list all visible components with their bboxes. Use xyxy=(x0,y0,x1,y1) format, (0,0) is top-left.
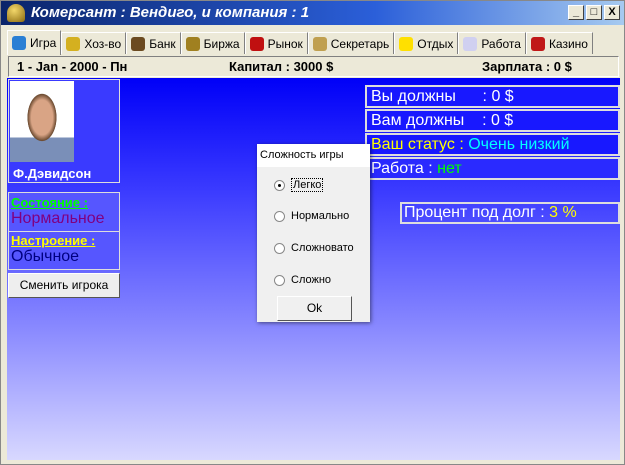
player-card: Ф.Дэвидсон xyxy=(8,79,120,183)
calendar-clock-icon xyxy=(463,36,478,51)
briefcase-icon xyxy=(185,36,200,51)
fruit-icon xyxy=(249,36,264,51)
radio-icon[interactable] xyxy=(274,179,285,191)
inbox-icon xyxy=(312,36,327,51)
bank-icon xyxy=(131,36,146,51)
debt-rate-box: Процент под долг : 3 % xyxy=(400,202,620,224)
radio-label: Сложновато xyxy=(291,242,354,254)
player-condition-box: Состояние : Нормальное Настроение : Обыч… xyxy=(8,192,120,270)
job-label: Работа : xyxy=(371,160,438,177)
capital-value: Капитал : 3000 $ xyxy=(229,59,334,74)
tab-label: Казино xyxy=(548,36,588,51)
state-value: Нормальное xyxy=(11,210,105,227)
radio-easy[interactable]: Легко xyxy=(274,178,324,192)
owed-label: Вам должны xyxy=(371,112,465,129)
you-owe-row: Вы должны : 0 $ xyxy=(365,85,620,108)
difficulty-dialog: Сложность игры Легко Нормально Сложноват… xyxy=(257,144,370,322)
minimize-button[interactable]: _ xyxy=(568,5,584,20)
tab-0[interactable]: Игра xyxy=(7,30,62,55)
radio-icon[interactable] xyxy=(274,242,285,254)
globe-icon xyxy=(12,36,26,50)
dialog-title: Сложность игры xyxy=(257,144,370,167)
tab-bar: Игра Хоз-во Банк Биржа Рынок Секретарь Отдых Ра… xyxy=(7,30,593,55)
status-value: Очень низкий xyxy=(468,136,570,153)
mood-value: Обычное xyxy=(11,248,80,265)
status-row: Ваш статус : Очень низкий xyxy=(365,133,620,156)
current-date: 1 - Jan - 2000 - Пн xyxy=(17,59,128,74)
title-bar: Комерсант : Вендиго, и компания : 1 _ □ … xyxy=(1,1,624,25)
owed-value: : 0 $ xyxy=(464,112,514,129)
status-bar: 1 - Jan - 2000 - Пн Капитал : 3000 $ Зар… xyxy=(8,56,619,77)
state-label: Состояние : xyxy=(11,195,88,210)
tab-7[interactable]: Работа xyxy=(458,32,526,54)
tab-label: Секретарь xyxy=(330,36,390,51)
status-label: Ваш статус : xyxy=(371,136,469,153)
tab-4[interactable]: Рынок xyxy=(244,32,308,54)
you-owe-value: : 0 $ xyxy=(455,88,514,105)
rate-value: 3 % xyxy=(549,204,577,221)
close-button[interactable]: X xyxy=(604,5,620,20)
rate-label: Процент под долг : xyxy=(404,204,550,221)
tab-label: Рынок xyxy=(267,36,303,51)
job-value: нет xyxy=(437,160,462,177)
job-row: Работа : нет xyxy=(365,157,620,180)
radio-icon[interactable] xyxy=(274,210,285,222)
window-title: Комерсант : Вендиго, и компания : 1 xyxy=(31,4,310,21)
tab-label: Работа xyxy=(481,36,521,51)
tab-label: Биржа xyxy=(203,36,240,51)
tab-6[interactable]: Отдых xyxy=(394,32,459,54)
radio-normal[interactable]: Нормально xyxy=(274,210,349,222)
radio-icon[interactable] xyxy=(274,274,285,286)
tab-label: Игра xyxy=(30,36,57,50)
player-name: Ф.Дэвидсон xyxy=(13,166,92,181)
owed-to-you-row: Вам должны : 0 $ xyxy=(365,109,620,132)
roulette-icon xyxy=(530,36,545,51)
maximize-button[interactable]: □ xyxy=(586,5,602,20)
tab-label: Отдых xyxy=(417,36,454,51)
radio-harder[interactable]: Сложновато xyxy=(274,242,354,254)
tab-8[interactable]: Казино xyxy=(525,32,593,54)
ok-button[interactable]: Ok xyxy=(277,296,352,321)
radio-label: Нормально xyxy=(291,210,350,222)
app-money-bag-icon xyxy=(7,4,25,22)
tab-3[interactable]: Биржа xyxy=(180,32,245,54)
radio-label: Сложно xyxy=(291,274,332,286)
radio-label: Легко xyxy=(291,178,324,192)
salary-value: Зарплата : 0 $ xyxy=(482,59,572,74)
tab-label: Банк xyxy=(149,36,176,51)
you-owe-label: Вы должны xyxy=(371,88,456,105)
divider xyxy=(9,231,119,232)
smiley-icon xyxy=(399,36,414,51)
tab-5[interactable]: Секретарь xyxy=(307,32,395,54)
radio-hard[interactable]: Сложно xyxy=(274,274,331,286)
tab-2[interactable]: Банк xyxy=(126,32,181,54)
keys-icon xyxy=(66,36,81,51)
change-player-button[interactable]: Сменить игрока xyxy=(8,273,120,298)
player-photo xyxy=(10,81,74,162)
main-window: Комерсант : Вендиго, и компания : 1 _ □ … xyxy=(0,0,625,465)
mood-label: Настроение : xyxy=(11,233,96,248)
tab-1[interactable]: Хоз-во xyxy=(61,32,127,54)
tab-label: Хоз-во xyxy=(84,36,122,51)
